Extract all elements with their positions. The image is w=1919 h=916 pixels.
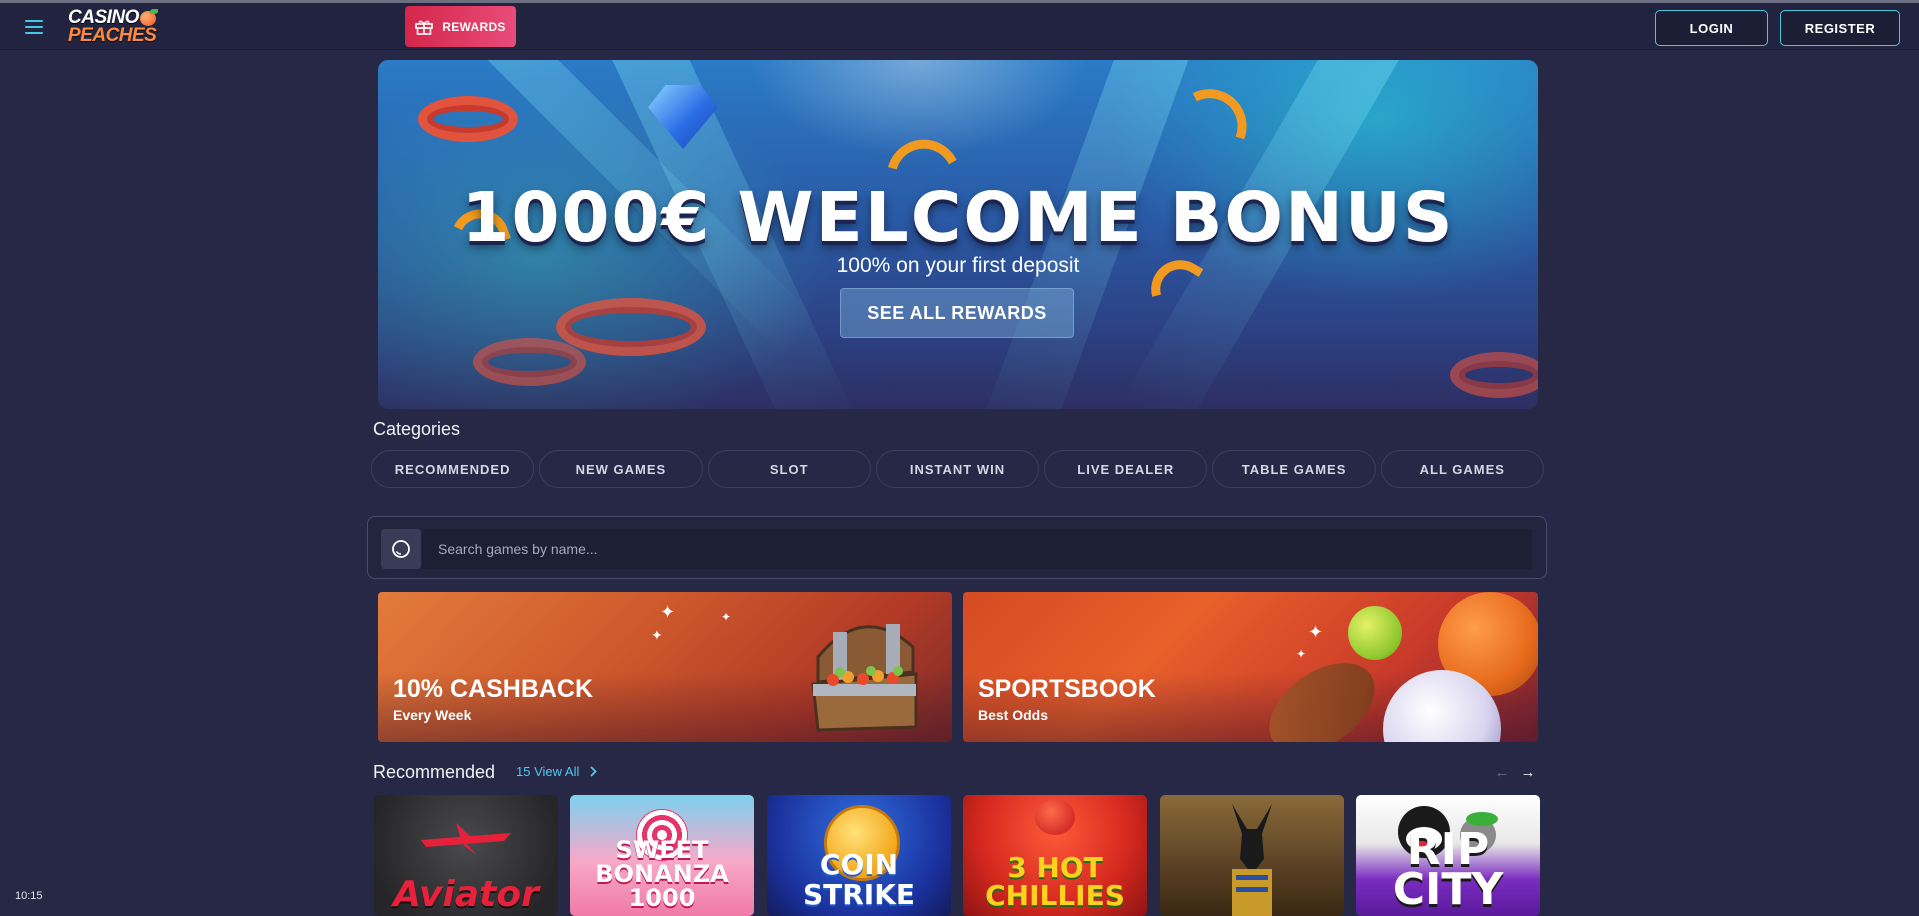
sportsbook-promo-card[interactable]: ✦ ✦ SPORTSBOOK Best Odds <box>963 592 1538 742</box>
sparkle-icon: ✦ <box>1308 622 1324 642</box>
login-button[interactable]: LOGIN <box>1655 10 1768 46</box>
category-new-games[interactable]: NEW GAMES <box>539 450 703 488</box>
game-title: COIN STRIKE <box>802 848 916 911</box>
view-all-label: 15 View All <box>516 764 580 779</box>
game-tile-book-of-dead[interactable] <box>1160 795 1344 916</box>
game-tile-coin-strike[interactable]: COIN STRIKE <box>767 795 951 916</box>
top-navbar: CASINO PEACHES REWARDS LOGIN REGISTER <box>0 3 1919 50</box>
treasure-chest-icon <box>811 624 918 732</box>
game-title: RIP CITY <box>1392 824 1504 915</box>
view-all-link[interactable]: 15 View All <box>516 764 598 779</box>
cashback-subtitle: Every Week <box>393 707 472 723</box>
hero-title: 1000€ WELCOME BONUS <box>461 178 1455 258</box>
sportsbook-subtitle: Best Odds <box>978 707 1049 723</box>
category-live-dealer[interactable]: LIVE DEALER <box>1044 450 1208 488</box>
register-button[interactable]: REGISTER <box>1780 10 1900 46</box>
hero-subtitle: 100% on your first deposit <box>836 254 1080 277</box>
rewards-label: REWARDS <box>442 19 506 34</box>
coin-decoration <box>556 298 706 356</box>
game-title: Aviator <box>393 874 539 915</box>
coin-decoration <box>473 338 586 386</box>
arrow-left-icon[interactable]: ← <box>1492 762 1512 782</box>
game-tile-rip-city[interactable]: RIP CITY <box>1356 795 1540 916</box>
plane-icon <box>421 823 511 855</box>
sportsbook-title: SPORTSBOOK <box>978 675 1156 703</box>
cashback-title: 10% CASHBACK <box>393 675 594 703</box>
game-search-bar <box>367 516 1547 579</box>
coin-decoration <box>418 96 518 142</box>
sparkle-icon: ✦ <box>721 610 732 624</box>
see-all-rewards-button[interactable]: SEE ALL REWARDS <box>840 288 1074 338</box>
categories-heading: Categories <box>373 419 461 439</box>
welcome-bonus-banner[interactable]: 1000€ WELCOME BONUS 100% on your first d… <box>378 60 1538 409</box>
ribbon-decoration <box>1173 79 1257 140</box>
game-tile-sweet-bonanza[interactable]: SWEET BONANZA 1000 <box>570 795 754 916</box>
hamburger-menu-icon[interactable] <box>22 15 46 39</box>
coin-decoration <box>1450 352 1538 398</box>
sparkle-icon: ✦ <box>1296 647 1307 661</box>
category-tabs: RECOMMENDED NEW GAMES SLOT INSTANT WIN L… <box>371 450 1544 488</box>
category-all-games[interactable]: ALL GAMES <box>1380 450 1544 488</box>
gift-icon <box>415 20 434 35</box>
game-tile-3-hot-chillies[interactable]: 3 HOT CHILLIES <box>963 795 1147 916</box>
search-icon <box>392 540 410 558</box>
game-tile-aviator[interactable]: Aviator <box>374 795 558 916</box>
search-input[interactable] <box>422 529 1532 569</box>
anubis-icon <box>1232 804 1272 916</box>
game-title: 3 HOT CHILLIES <box>985 851 1125 912</box>
sparkle-icon: ✦ <box>660 602 676 622</box>
recommended-heading: Recommended <box>373 762 496 782</box>
logo-text-peaches: PEACHES <box>68 25 157 46</box>
arrow-right-icon[interactable]: → <box>1518 762 1538 782</box>
tennis-ball-icon <box>1348 606 1402 660</box>
category-table-games[interactable]: TABLE GAMES <box>1212 450 1376 488</box>
cashback-promo-card[interactable]: ✦ ✦ ✦ 10% CASHBACK Every Week <box>378 592 952 742</box>
chevron-right-icon <box>590 766 598 777</box>
search-button[interactable] <box>381 529 421 569</box>
peach-leaf-icon <box>150 9 158 14</box>
rewards-button[interactable]: REWARDS <box>405 6 516 47</box>
game-title: SWEET BONANZA 1000 <box>595 836 729 912</box>
sparkle-icon: ✦ <box>651 627 663 643</box>
chili-icon <box>1035 799 1075 835</box>
category-recommended[interactable]: RECOMMENDED <box>371 450 535 488</box>
casino-peaches-logo[interactable]: CASINO PEACHES <box>68 8 160 49</box>
category-instant-win[interactable]: INSTANT WIN <box>875 450 1040 488</box>
category-slot[interactable]: SLOT <box>707 450 871 488</box>
clock-text: 10:15 <box>15 890 43 902</box>
